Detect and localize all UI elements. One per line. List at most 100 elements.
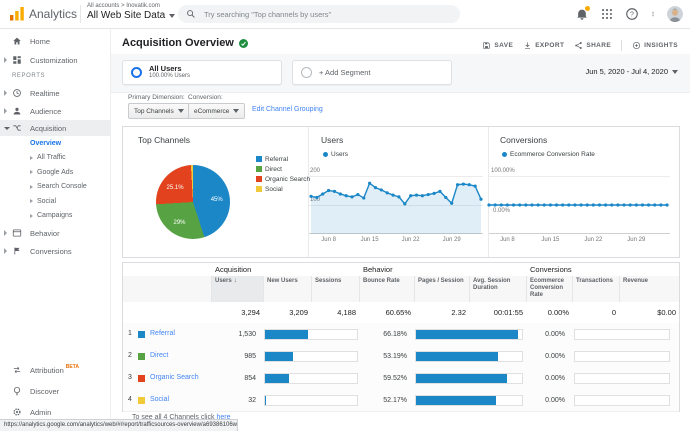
expand-caret-icon <box>30 199 33 203</box>
sidebar-item-admin[interactable]: Admin <box>0 404 110 420</box>
sidebar-item-label: Conversions <box>30 247 72 256</box>
channel-link[interactable]: Referral <box>150 330 175 337</box>
x-axis-tick-label: Jun 29 <box>437 237 467 243</box>
legend-swatch-icon <box>256 156 262 162</box>
channel-link[interactable]: Social <box>150 396 169 403</box>
conversion-dropdown[interactable]: eCommerce <box>188 103 245 119</box>
col-header-avg-session-duration[interactable]: Avg. Session Duration <box>469 276 526 302</box>
chevron-down-icon <box>178 109 184 113</box>
notifications-bell-icon[interactable] <box>575 7 589 21</box>
x-axis-tick-label: Jun 29 <box>621 237 651 243</box>
sidebar-item-realtime[interactable]: Realtime <box>0 85 110 101</box>
add-segment-button[interactable]: + Add Segment <box>292 60 452 85</box>
sidebar-item-social[interactable]: Social <box>0 194 110 209</box>
pie-legend-item: Organic Search <box>256 174 310 184</box>
col-header-label: Avg. Session Duration <box>473 278 510 291</box>
discover-icon <box>12 386 22 396</box>
total-revenue: $0.00 <box>619 308 679 317</box>
sidebar-item-behavior[interactable]: Behavior <box>0 225 110 241</box>
bounce-rate-value: 59.52% <box>359 375 410 382</box>
sidebar-item-google-ads[interactable]: Google Ads <box>0 165 110 180</box>
group-header-acquisition: Acquisition <box>215 265 251 274</box>
x-axis-tick-label: Jun 15 <box>535 237 565 243</box>
ecommerce-bar <box>574 329 670 340</box>
insights-label: INSIGHTS <box>644 42 678 49</box>
col-header-label: Users <box>215 278 232 284</box>
total-avg-session-duration: 00:01:55 <box>469 308 526 317</box>
group-header-behavior: Behavior <box>363 265 393 274</box>
users-line-chart <box>311 166 483 236</box>
col-header-transactions[interactable]: Transactions <box>572 276 619 302</box>
row-rank: 1 <box>128 330 132 337</box>
search-bar[interactable] <box>178 5 460 23</box>
pie-slice-label: 29% <box>170 220 190 226</box>
bounce-rate-value: 53.19% <box>359 353 410 360</box>
sidebar-item-discover[interactable]: Discover <box>0 383 110 399</box>
export-button[interactable]: EXPORT <box>523 41 564 50</box>
more-vertical-icon[interactable] <box>650 7 656 21</box>
row-rank: 3 <box>128 374 132 381</box>
sidebar-item-label: Social <box>37 198 56 205</box>
analytics-logo-icon[interactable] <box>9 6 25 22</box>
share-label: SHARE <box>586 42 611 49</box>
sidebar-item-attribution[interactable]: Attribution BETA <box>0 362 110 378</box>
channel-link[interactable]: Direct <box>150 352 168 359</box>
col-header-label: Transactions <box>576 278 613 284</box>
segment-all-users[interactable]: All Users 100.00% Users <box>122 60 282 85</box>
bounce-bar-fill <box>416 330 518 339</box>
sidebar-item-conversions[interactable]: Conversions <box>0 243 110 259</box>
realtime-icon <box>12 88 22 98</box>
conversions-chart-legend: Ecommerce Conversion Rate <box>502 151 595 158</box>
chevron-down-icon <box>233 109 239 113</box>
col-header-bounce-rate[interactable]: Bounce Rate <box>359 276 414 302</box>
save-button[interactable]: SAVE <box>482 41 513 50</box>
col-header-revenue[interactable]: Revenue <box>619 276 679 302</box>
edit-channel-grouping-link[interactable]: Edit Channel Grouping <box>252 106 323 113</box>
ecommerce-bar <box>574 395 670 406</box>
col-header-new-users[interactable]: New Users <box>263 276 311 302</box>
search-input[interactable] <box>202 9 452 20</box>
total-sessions: 4,188 <box>311 308 359 317</box>
legend-label: Organic Search <box>265 176 310 183</box>
help-icon[interactable]: ? <box>625 7 639 21</box>
bounce-bar <box>415 373 523 384</box>
sidebar-item-overview[interactable]: Overview <box>0 136 110 151</box>
segment-circle-icon <box>301 67 312 78</box>
insights-icon <box>632 41 641 50</box>
sidebar-item-label: Overview <box>30 140 61 147</box>
primary-dimension-dropdown[interactable]: Top Channels <box>128 103 190 119</box>
channel-link[interactable]: Organic Search <box>150 374 199 381</box>
col-header-pages-session[interactable]: Pages / Session <box>414 276 469 302</box>
property-selector[interactable]: All accounts > Inovatik.com All Web Site… <box>87 3 175 21</box>
legend-swatch-icon <box>256 166 262 172</box>
col-header-users[interactable]: Users↓ <box>211 276 263 302</box>
ecommerce-rate-value: 0.00% <box>526 397 568 404</box>
export-icon <box>523 41 532 50</box>
ecommerce-rate-value: 0.00% <box>526 375 568 382</box>
channels-table: Acquisition Behavior Conversions Users↓ … <box>122 262 680 412</box>
x-axis-tick-label: Jun 22 <box>396 237 426 243</box>
share-button[interactable]: SHARE <box>574 41 611 50</box>
pie-legend-item: Referral <box>256 154 288 164</box>
table-row: 4Social3252.17%0.00% <box>123 389 679 412</box>
collapse-caret-icon <box>4 127 10 130</box>
legend-label: Users <box>331 151 348 158</box>
col-header-sessions[interactable]: Sessions <box>311 276 359 302</box>
sidebar-item-all-traffic[interactable]: All Traffic <box>0 151 110 166</box>
property-name: All Web Site Data <box>87 10 165 21</box>
sidebar-item-home[interactable]: Home <box>0 33 110 49</box>
insights-button[interactable]: INSIGHTS <box>632 41 678 50</box>
legend-label: Ecommerce Conversion Rate <box>510 151 595 158</box>
user-avatar[interactable] <box>667 6 683 22</box>
apps-grid-icon[interactable] <box>600 7 614 21</box>
sidebar-reports-label: REPORTS <box>12 73 45 79</box>
col-header-ecommerce-conversion-rate[interactable]: Ecommerce Conversion Rate <box>526 276 572 302</box>
sidebar-item-acquisition[interactable]: Acquisition <box>0 120 110 136</box>
sidebar-item-audience[interactable]: Audience <box>0 103 110 119</box>
table-header-row: Users↓ New Users Sessions Bounce Rate Pa… <box>123 276 679 303</box>
sidebar-item-campaigns[interactable]: Campaigns <box>0 209 110 224</box>
date-range-selector[interactable]: Jun 5, 2020 - Jul 4, 2020 <box>585 67 678 76</box>
sidebar-item-customization[interactable]: Customization <box>0 52 110 68</box>
sidebar-item-search-console[interactable]: Search Console <box>0 180 110 195</box>
segment-subtext: 100.00% Users <box>149 73 190 80</box>
